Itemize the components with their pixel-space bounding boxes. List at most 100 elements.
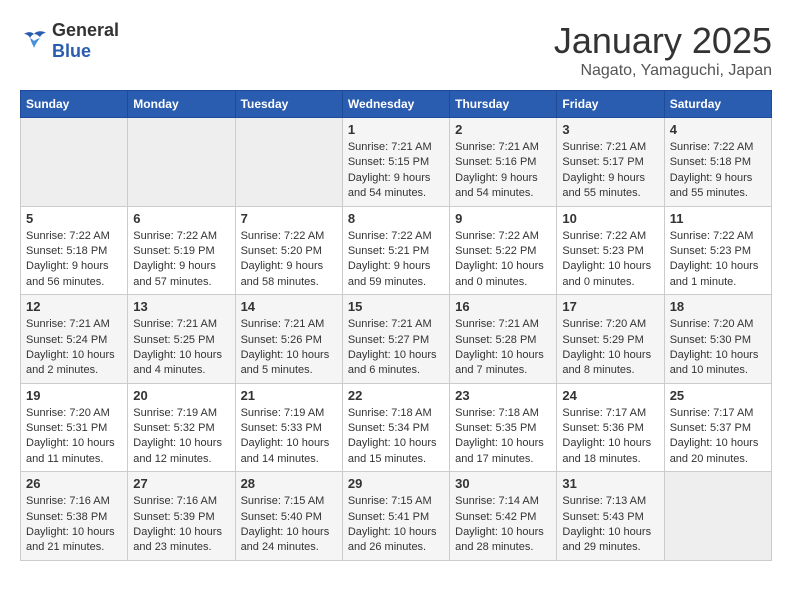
day-info: Sunrise: 7:21 AMSunset: 5:28 PMDaylight:… xyxy=(455,317,551,379)
calendar-cell: 16 Sunrise: 7:21 AMSunset: 5:28 PMDaylig… xyxy=(450,295,557,384)
day-info: Sunrise: 7:18 AMSunset: 5:34 PMDaylight:… xyxy=(348,406,444,468)
day-number: 5 xyxy=(26,211,122,226)
day-info: Sunrise: 7:16 AMSunset: 5:38 PMDaylight:… xyxy=(26,494,122,556)
day-number: 22 xyxy=(348,388,444,403)
day-info: Sunrise: 7:21 AMSunset: 5:15 PMDaylight:… xyxy=(348,140,444,202)
day-number: 10 xyxy=(562,211,658,226)
week-row-1: 1 Sunrise: 7:21 AMSunset: 5:15 PMDayligh… xyxy=(21,118,772,207)
calendar-cell: 28 Sunrise: 7:15 AMSunset: 5:40 PMDaylig… xyxy=(235,472,342,561)
header: General Blue January 2025 Nagato, Yamagu… xyxy=(20,20,772,80)
day-number: 31 xyxy=(562,476,658,491)
week-row-4: 19 Sunrise: 7:20 AMSunset: 5:31 PMDaylig… xyxy=(21,383,772,472)
weekday-header-saturday: Saturday xyxy=(664,91,771,118)
calendar-cell xyxy=(128,118,235,207)
day-info: Sunrise: 7:22 AMSunset: 5:23 PMDaylight:… xyxy=(670,229,766,291)
day-info: Sunrise: 7:21 AMSunset: 5:27 PMDaylight:… xyxy=(348,317,444,379)
day-number: 25 xyxy=(670,388,766,403)
weekday-header-wednesday: Wednesday xyxy=(342,91,449,118)
week-row-5: 26 Sunrise: 7:16 AMSunset: 5:38 PMDaylig… xyxy=(21,472,772,561)
weekday-header-tuesday: Tuesday xyxy=(235,91,342,118)
day-number: 14 xyxy=(241,299,337,314)
calendar-body: 1 Sunrise: 7:21 AMSunset: 5:15 PMDayligh… xyxy=(21,118,772,561)
day-number: 15 xyxy=(348,299,444,314)
day-info: Sunrise: 7:21 AMSunset: 5:24 PMDaylight:… xyxy=(26,317,122,379)
day-info: Sunrise: 7:19 AMSunset: 5:32 PMDaylight:… xyxy=(133,406,229,468)
calendar-cell xyxy=(235,118,342,207)
calendar-cell: 13 Sunrise: 7:21 AMSunset: 5:25 PMDaylig… xyxy=(128,295,235,384)
day-number: 3 xyxy=(562,122,658,137)
day-info: Sunrise: 7:21 AMSunset: 5:17 PMDaylight:… xyxy=(562,140,658,202)
day-info: Sunrise: 7:22 AMSunset: 5:18 PMDaylight:… xyxy=(670,140,766,202)
calendar-cell: 5 Sunrise: 7:22 AMSunset: 5:18 PMDayligh… xyxy=(21,206,128,295)
week-row-2: 5 Sunrise: 7:22 AMSunset: 5:18 PMDayligh… xyxy=(21,206,772,295)
day-info: Sunrise: 7:20 AMSunset: 5:31 PMDaylight:… xyxy=(26,406,122,468)
day-number: 19 xyxy=(26,388,122,403)
calendar-cell: 23 Sunrise: 7:18 AMSunset: 5:35 PMDaylig… xyxy=(450,383,557,472)
day-number: 17 xyxy=(562,299,658,314)
calendar-cell: 20 Sunrise: 7:19 AMSunset: 5:32 PMDaylig… xyxy=(128,383,235,472)
day-info: Sunrise: 7:17 AMSunset: 5:37 PMDaylight:… xyxy=(670,406,766,468)
logo-text: General Blue xyxy=(52,20,119,62)
day-number: 26 xyxy=(26,476,122,491)
day-info: Sunrise: 7:22 AMSunset: 5:19 PMDaylight:… xyxy=(133,229,229,291)
day-info: Sunrise: 7:22 AMSunset: 5:18 PMDaylight:… xyxy=(26,229,122,291)
calendar-cell: 12 Sunrise: 7:21 AMSunset: 5:24 PMDaylig… xyxy=(21,295,128,384)
day-number: 9 xyxy=(455,211,551,226)
day-number: 11 xyxy=(670,211,766,226)
day-number: 30 xyxy=(455,476,551,491)
calendar-cell: 24 Sunrise: 7:17 AMSunset: 5:36 PMDaylig… xyxy=(557,383,664,472)
day-number: 13 xyxy=(133,299,229,314)
day-number: 21 xyxy=(241,388,337,403)
day-number: 4 xyxy=(670,122,766,137)
calendar-cell: 14 Sunrise: 7:21 AMSunset: 5:26 PMDaylig… xyxy=(235,295,342,384)
calendar-cell: 6 Sunrise: 7:22 AMSunset: 5:19 PMDayligh… xyxy=(128,206,235,295)
calendar-cell: 27 Sunrise: 7:16 AMSunset: 5:39 PMDaylig… xyxy=(128,472,235,561)
logo-general: General xyxy=(52,20,119,40)
title-area: January 2025 Nagato, Yamaguchi, Japan xyxy=(554,20,772,80)
day-info: Sunrise: 7:21 AMSunset: 5:26 PMDaylight:… xyxy=(241,317,337,379)
day-info: Sunrise: 7:15 AMSunset: 5:40 PMDaylight:… xyxy=(241,494,337,556)
day-info: Sunrise: 7:22 AMSunset: 5:23 PMDaylight:… xyxy=(562,229,658,291)
calendar-cell: 25 Sunrise: 7:17 AMSunset: 5:37 PMDaylig… xyxy=(664,383,771,472)
weekday-header-thursday: Thursday xyxy=(450,91,557,118)
day-info: Sunrise: 7:20 AMSunset: 5:30 PMDaylight:… xyxy=(670,317,766,379)
day-number: 20 xyxy=(133,388,229,403)
calendar-table: SundayMondayTuesdayWednesdayThursdayFrid… xyxy=(20,90,772,561)
calendar-cell: 11 Sunrise: 7:22 AMSunset: 5:23 PMDaylig… xyxy=(664,206,771,295)
location-title: Nagato, Yamaguchi, Japan xyxy=(554,62,772,80)
calendar-cell xyxy=(21,118,128,207)
day-info: Sunrise: 7:16 AMSunset: 5:39 PMDaylight:… xyxy=(133,494,229,556)
day-number: 24 xyxy=(562,388,658,403)
day-info: Sunrise: 7:21 AMSunset: 5:25 PMDaylight:… xyxy=(133,317,229,379)
day-info: Sunrise: 7:22 AMSunset: 5:22 PMDaylight:… xyxy=(455,229,551,291)
calendar-cell: 10 Sunrise: 7:22 AMSunset: 5:23 PMDaylig… xyxy=(557,206,664,295)
calendar-cell: 18 Sunrise: 7:20 AMSunset: 5:30 PMDaylig… xyxy=(664,295,771,384)
day-number: 2 xyxy=(455,122,551,137)
day-info: Sunrise: 7:13 AMSunset: 5:43 PMDaylight:… xyxy=(562,494,658,556)
day-info: Sunrise: 7:18 AMSunset: 5:35 PMDaylight:… xyxy=(455,406,551,468)
day-number: 28 xyxy=(241,476,337,491)
day-info: Sunrise: 7:17 AMSunset: 5:36 PMDaylight:… xyxy=(562,406,658,468)
calendar-cell: 4 Sunrise: 7:22 AMSunset: 5:18 PMDayligh… xyxy=(664,118,771,207)
day-info: Sunrise: 7:22 AMSunset: 5:21 PMDaylight:… xyxy=(348,229,444,291)
day-number: 27 xyxy=(133,476,229,491)
day-info: Sunrise: 7:15 AMSunset: 5:41 PMDaylight:… xyxy=(348,494,444,556)
calendar-cell: 2 Sunrise: 7:21 AMSunset: 5:16 PMDayligh… xyxy=(450,118,557,207)
calendar-cell: 9 Sunrise: 7:22 AMSunset: 5:22 PMDayligh… xyxy=(450,206,557,295)
calendar-cell: 30 Sunrise: 7:14 AMSunset: 5:42 PMDaylig… xyxy=(450,472,557,561)
weekday-row: SundayMondayTuesdayWednesdayThursdayFrid… xyxy=(21,91,772,118)
logo-icon xyxy=(20,30,48,52)
weekday-header-monday: Monday xyxy=(128,91,235,118)
calendar-cell: 26 Sunrise: 7:16 AMSunset: 5:38 PMDaylig… xyxy=(21,472,128,561)
day-info: Sunrise: 7:20 AMSunset: 5:29 PMDaylight:… xyxy=(562,317,658,379)
calendar-cell: 8 Sunrise: 7:22 AMSunset: 5:21 PMDayligh… xyxy=(342,206,449,295)
day-number: 7 xyxy=(241,211,337,226)
day-number: 23 xyxy=(455,388,551,403)
day-number: 29 xyxy=(348,476,444,491)
week-row-3: 12 Sunrise: 7:21 AMSunset: 5:24 PMDaylig… xyxy=(21,295,772,384)
calendar-header: SundayMondayTuesdayWednesdayThursdayFrid… xyxy=(21,91,772,118)
calendar-cell: 17 Sunrise: 7:20 AMSunset: 5:29 PMDaylig… xyxy=(557,295,664,384)
day-info: Sunrise: 7:19 AMSunset: 5:33 PMDaylight:… xyxy=(241,406,337,468)
day-info: Sunrise: 7:22 AMSunset: 5:20 PMDaylight:… xyxy=(241,229,337,291)
calendar-cell: 31 Sunrise: 7:13 AMSunset: 5:43 PMDaylig… xyxy=(557,472,664,561)
